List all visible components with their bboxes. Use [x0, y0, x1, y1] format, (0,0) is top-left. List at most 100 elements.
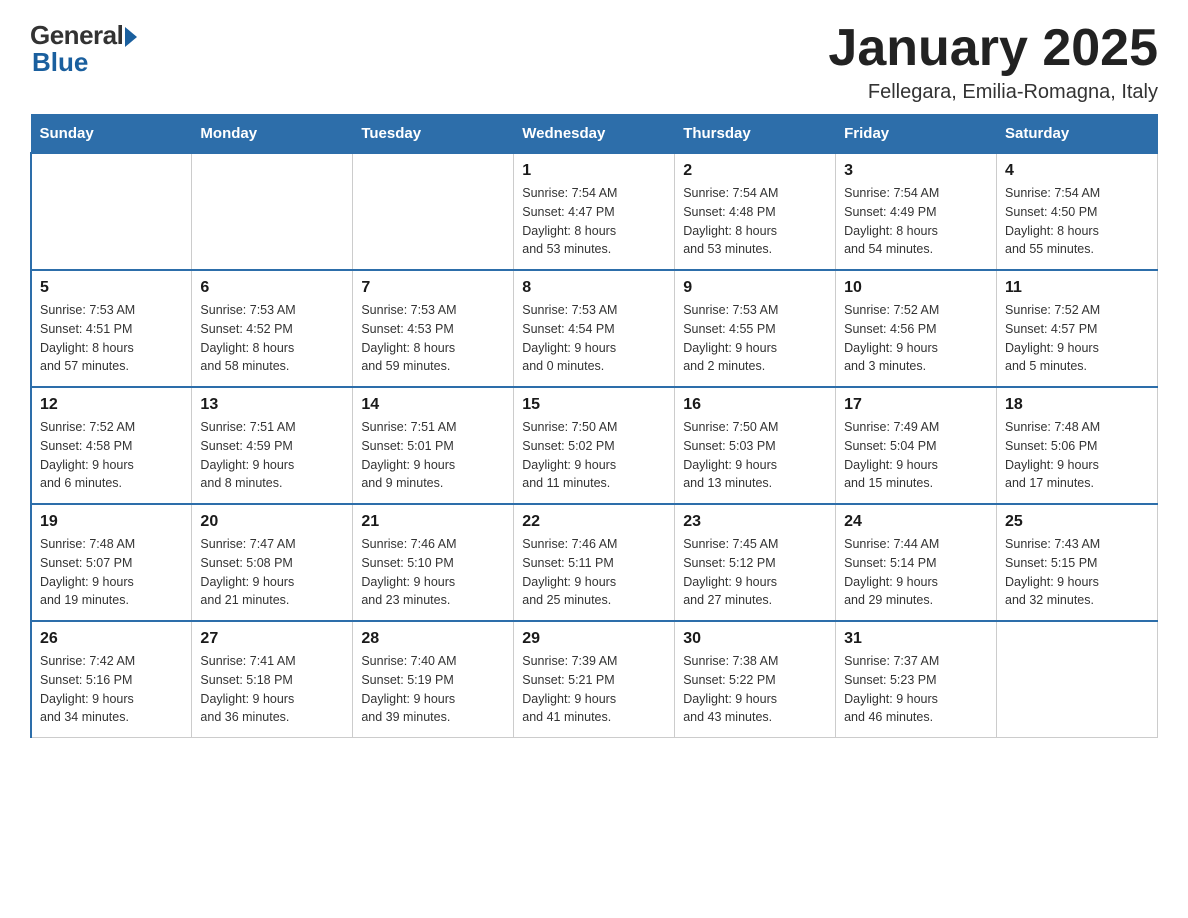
day-number: 22 [522, 513, 666, 531]
calendar-cell: 4 Sunrise: 7:54 AM Sunset: 4:50 PM Daylig… [997, 153, 1158, 270]
day-info: Sunrise: 7:46 AM Sunset: 5:10 PM Dayligh… [361, 535, 505, 610]
calendar-cell: 11 Sunrise: 7:52 AM Sunset: 4:57 PM Dayli… [997, 270, 1158, 387]
location-subtitle: Fellegara, Emilia-Romagna, Italy [828, 81, 1158, 104]
week-row-2: 5 Sunrise: 7:53 AM Sunset: 4:51 PM Daylig… [31, 270, 1158, 387]
calendar-cell: 2 Sunrise: 7:54 AM Sunset: 4:48 PM Daylig… [675, 153, 836, 270]
day-number: 11 [1005, 279, 1149, 297]
day-number: 14 [361, 396, 505, 414]
calendar-cell: 16Sunrise: 7:50 AM Sunset: 5:03 PM Dayli… [675, 387, 836, 504]
day-info: Sunrise: 7:54 AM Sunset: 4:47 PM Dayligh… [522, 184, 666, 259]
calendar-body: 1 Sunrise: 7:54 AM Sunset: 4:47 PM Daylig… [31, 153, 1158, 738]
header-row: SundayMondayTuesdayWednesdayThursdayFrid… [31, 115, 1158, 154]
header-saturday: Saturday [997, 115, 1158, 154]
calendar-header: SundayMondayTuesdayWednesdayThursdayFrid… [31, 115, 1158, 154]
calendar-cell [997, 621, 1158, 738]
header-sunday: Sunday [31, 115, 192, 154]
day-number: 1 [522, 162, 666, 180]
day-info: Sunrise: 7:50 AM Sunset: 5:02 PM Dayligh… [522, 418, 666, 493]
day-number: 26 [40, 630, 183, 648]
day-number: 19 [40, 513, 183, 531]
day-number: 2 [683, 162, 827, 180]
day-number: 10 [844, 279, 988, 297]
day-number: 23 [683, 513, 827, 531]
calendar-cell: 1 Sunrise: 7:54 AM Sunset: 4:47 PM Daylig… [514, 153, 675, 270]
day-info: Sunrise: 7:38 AM Sunset: 5:22 PM Dayligh… [683, 652, 827, 727]
day-number: 4 [1005, 162, 1149, 180]
main-title: January 2025 [828, 20, 1158, 77]
page-header: General Blue January 2025 Fellegara, Emi… [30, 20, 1158, 104]
day-info: Sunrise: 7:52 AM Sunset: 4:58 PM Dayligh… [40, 418, 183, 493]
calendar-cell [353, 153, 514, 270]
day-number: 15 [522, 396, 666, 414]
day-info: Sunrise: 7:52 AM Sunset: 4:56 PM Dayligh… [844, 301, 988, 376]
day-number: 7 [361, 279, 505, 297]
calendar-cell: 29 Sunrise: 7:39 AM Sunset: 5:21 PM Dayli… [514, 621, 675, 738]
calendar-cell: 13Sunrise: 7:51 AM Sunset: 4:59 PM Dayli… [192, 387, 353, 504]
day-number: 8 [522, 279, 666, 297]
week-row-5: 26Sunrise: 7:42 AM Sunset: 5:16 PM Dayli… [31, 621, 1158, 738]
day-info: Sunrise: 7:48 AM Sunset: 5:06 PM Dayligh… [1005, 418, 1149, 493]
day-number: 9 [683, 279, 827, 297]
header-thursday: Thursday [675, 115, 836, 154]
day-info: Sunrise: 7:49 AM Sunset: 5:04 PM Dayligh… [844, 418, 988, 493]
calendar-cell: 22 Sunrise: 7:46 AM Sunset: 5:11 PM Dayli… [514, 504, 675, 621]
calendar-cell [31, 153, 192, 270]
calendar-cell: 19 Sunrise: 7:48 AM Sunset: 5:07 PM Dayli… [31, 504, 192, 621]
day-info: Sunrise: 7:53 AM Sunset: 4:54 PM Dayligh… [522, 301, 666, 376]
day-number: 28 [361, 630, 505, 648]
calendar-cell: 23 Sunrise: 7:45 AM Sunset: 5:12 PM Dayli… [675, 504, 836, 621]
calendar-cell: 14 Sunrise: 7:51 AM Sunset: 5:01 PM Dayli… [353, 387, 514, 504]
day-number: 13 [200, 396, 344, 414]
day-info: Sunrise: 7:51 AM Sunset: 5:01 PM Dayligh… [361, 418, 505, 493]
day-info: Sunrise: 7:44 AM Sunset: 5:14 PM Dayligh… [844, 535, 988, 610]
day-info: Sunrise: 7:48 AM Sunset: 5:07 PM Dayligh… [40, 535, 183, 610]
day-number: 6 [200, 279, 344, 297]
header-monday: Monday [192, 115, 353, 154]
day-info: Sunrise: 7:43 AM Sunset: 5:15 PM Dayligh… [1005, 535, 1149, 610]
calendar-cell: 12 Sunrise: 7:52 AM Sunset: 4:58 PM Dayli… [31, 387, 192, 504]
day-number: 3 [844, 162, 988, 180]
calendar-cell: 15 Sunrise: 7:50 AM Sunset: 5:02 PM Dayli… [514, 387, 675, 504]
calendar-table: SundayMondayTuesdayWednesdayThursdayFrid… [30, 114, 1158, 738]
day-info: Sunrise: 7:54 AM Sunset: 4:48 PM Dayligh… [683, 184, 827, 259]
day-number: 17 [844, 396, 988, 414]
calendar-cell: 24 Sunrise: 7:44 AM Sunset: 5:14 PM Dayli… [836, 504, 997, 621]
day-number: 30 [683, 630, 827, 648]
calendar-cell: 9Sunrise: 7:53 AM Sunset: 4:55 PM Daylig… [675, 270, 836, 387]
day-number: 29 [522, 630, 666, 648]
calendar-cell: 3 Sunrise: 7:54 AM Sunset: 4:49 PM Daylig… [836, 153, 997, 270]
day-number: 5 [40, 279, 183, 297]
day-number: 18 [1005, 396, 1149, 414]
day-number: 25 [1005, 513, 1149, 531]
day-info: Sunrise: 7:54 AM Sunset: 4:50 PM Dayligh… [1005, 184, 1149, 259]
day-number: 12 [40, 396, 183, 414]
day-info: Sunrise: 7:45 AM Sunset: 5:12 PM Dayligh… [683, 535, 827, 610]
calendar-cell: 8 Sunrise: 7:53 AM Sunset: 4:54 PM Daylig… [514, 270, 675, 387]
title-section: January 2025 Fellegara, Emilia-Romagna, … [828, 20, 1158, 104]
day-info: Sunrise: 7:41 AM Sunset: 5:18 PM Dayligh… [200, 652, 344, 727]
day-number: 24 [844, 513, 988, 531]
day-number: 27 [200, 630, 344, 648]
day-info: Sunrise: 7:37 AM Sunset: 5:23 PM Dayligh… [844, 652, 988, 727]
day-info: Sunrise: 7:53 AM Sunset: 4:51 PM Dayligh… [40, 301, 183, 376]
day-info: Sunrise: 7:46 AM Sunset: 5:11 PM Dayligh… [522, 535, 666, 610]
day-number: 20 [200, 513, 344, 531]
calendar-cell: 6Sunrise: 7:53 AM Sunset: 4:52 PM Daylig… [192, 270, 353, 387]
calendar-cell: 20Sunrise: 7:47 AM Sunset: 5:08 PM Dayli… [192, 504, 353, 621]
logo-blue-text: Blue [32, 47, 88, 78]
day-info: Sunrise: 7:52 AM Sunset: 4:57 PM Dayligh… [1005, 301, 1149, 376]
logo: General Blue [30, 20, 137, 78]
calendar-cell: 10 Sunrise: 7:52 AM Sunset: 4:56 PM Dayli… [836, 270, 997, 387]
calendar-cell: 7Sunrise: 7:53 AM Sunset: 4:53 PM Daylig… [353, 270, 514, 387]
calendar-cell: 17 Sunrise: 7:49 AM Sunset: 5:04 PM Dayli… [836, 387, 997, 504]
day-number: 31 [844, 630, 988, 648]
day-info: Sunrise: 7:39 AM Sunset: 5:21 PM Dayligh… [522, 652, 666, 727]
day-number: 21 [361, 513, 505, 531]
logo-arrow-icon [125, 27, 137, 47]
week-row-3: 12 Sunrise: 7:52 AM Sunset: 4:58 PM Dayli… [31, 387, 1158, 504]
day-info: Sunrise: 7:54 AM Sunset: 4:49 PM Dayligh… [844, 184, 988, 259]
calendar-cell: 5 Sunrise: 7:53 AM Sunset: 4:51 PM Daylig… [31, 270, 192, 387]
week-row-1: 1 Sunrise: 7:54 AM Sunset: 4:47 PM Daylig… [31, 153, 1158, 270]
header-wednesday: Wednesday [514, 115, 675, 154]
day-number: 16 [683, 396, 827, 414]
